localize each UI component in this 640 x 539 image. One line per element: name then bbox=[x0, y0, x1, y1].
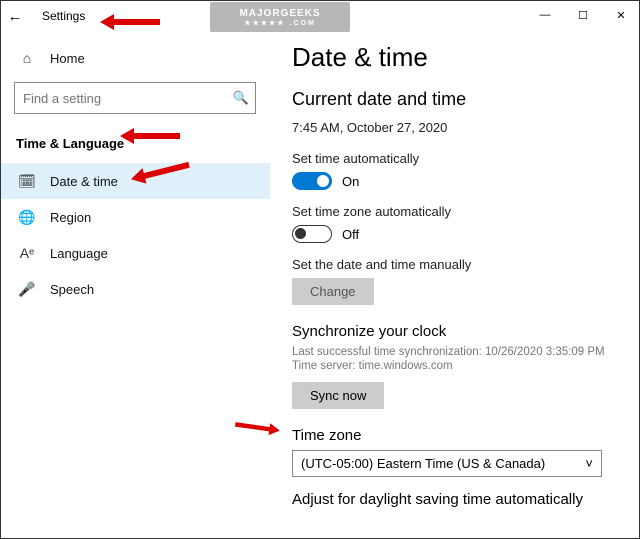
sidebar-item-label: Speech bbox=[50, 282, 94, 297]
auto-tz-label: Set time zone automatically bbox=[292, 204, 618, 219]
minimize-button[interactable]: — bbox=[526, 0, 564, 30]
sync-heading: Synchronize your clock bbox=[292, 323, 618, 340]
auto-tz-state: Off bbox=[342, 227, 359, 242]
search-box[interactable]: 🔍 bbox=[14, 82, 256, 114]
page-title: Date & time bbox=[292, 42, 618, 73]
home-nav[interactable]: ⌂ Home bbox=[0, 40, 270, 76]
sidebar-item-label: Language bbox=[50, 246, 108, 261]
sidebar-item-language[interactable]: Aᵉ Language bbox=[0, 235, 270, 271]
sidebar-item-label: Region bbox=[50, 210, 91, 225]
sync-last: Last successful time synchronization: 10… bbox=[292, 346, 618, 358]
back-button[interactable]: ← bbox=[0, 8, 30, 25]
maximize-button[interactable]: ☐ bbox=[564, 0, 602, 30]
tz-heading: Time zone bbox=[292, 427, 618, 444]
section-current-date-time: Current date and time bbox=[292, 89, 618, 110]
manual-set-label: Set the date and time manually bbox=[292, 257, 618, 272]
search-input[interactable] bbox=[15, 91, 227, 106]
sidebar: ⌂ Home 🔍 Time & Language 🗓 Date & time 🌐… bbox=[0, 32, 270, 539]
current-datetime-value: 7:45 AM, October 27, 2020 bbox=[292, 120, 618, 135]
category-title: Time & Language bbox=[0, 126, 270, 163]
search-icon: 🔍 bbox=[227, 90, 255, 106]
calendar-icon: 🗓 bbox=[18, 173, 36, 190]
auto-time-state: On bbox=[342, 174, 359, 189]
content-pane: Date & time Current date and time 7:45 A… bbox=[270, 32, 640, 539]
window-title: Settings bbox=[42, 9, 85, 23]
close-button[interactable]: ✕ bbox=[602, 0, 640, 30]
timezone-value: (UTC-05:00) Eastern Time (US & Canada) bbox=[301, 456, 545, 471]
auto-time-toggle[interactable] bbox=[292, 172, 332, 190]
sidebar-item-date-time[interactable]: 🗓 Date & time bbox=[0, 163, 270, 199]
sidebar-item-label: Date & time bbox=[50, 174, 118, 189]
sidebar-item-region[interactable]: 🌐 Region bbox=[0, 199, 270, 235]
sidebar-item-speech[interactable]: 🎤 Speech bbox=[0, 271, 270, 307]
home-icon: ⌂ bbox=[18, 50, 36, 66]
language-icon: Aᵉ bbox=[18, 245, 36, 261]
home-label: Home bbox=[50, 51, 85, 66]
auto-time-label: Set time automatically bbox=[292, 151, 618, 166]
dst-heading: Adjust for daylight saving time automati… bbox=[292, 491, 618, 508]
sync-server: Time server: time.windows.com bbox=[292, 360, 618, 372]
auto-tz-toggle[interactable] bbox=[292, 225, 332, 243]
mic-icon: 🎤 bbox=[18, 281, 36, 298]
watermark: MAJORGEEKS ★★★★★ .COM bbox=[210, 2, 350, 32]
globe-icon: 🌐 bbox=[18, 209, 36, 226]
sync-now-button[interactable]: Sync now bbox=[292, 382, 384, 409]
chevron-down-icon: ˅ bbox=[585, 456, 593, 471]
change-button[interactable]: Change bbox=[292, 278, 374, 305]
timezone-dropdown[interactable]: (UTC-05:00) Eastern Time (US & Canada) ˅ bbox=[292, 450, 602, 477]
